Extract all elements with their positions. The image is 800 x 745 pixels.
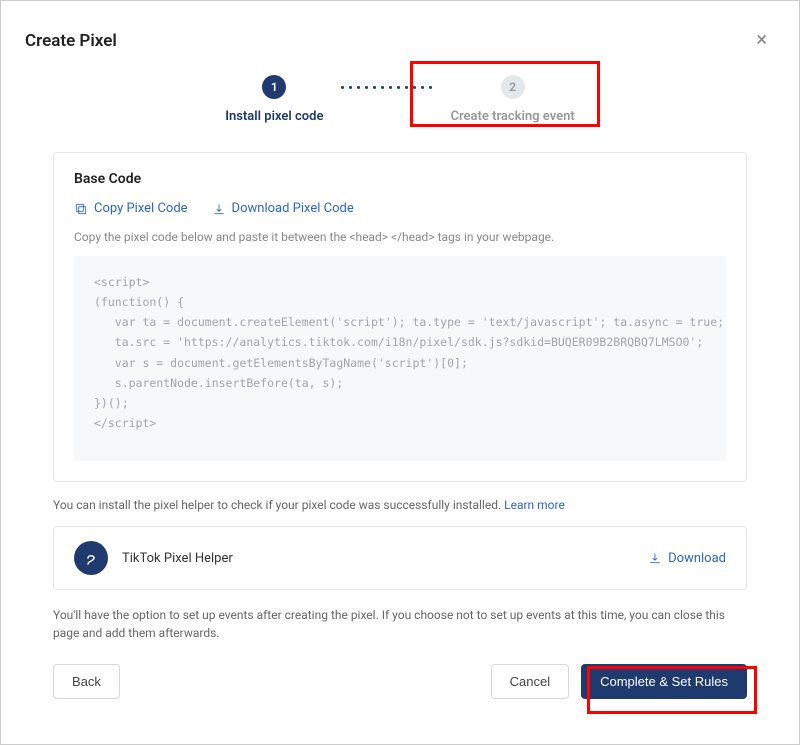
download-label: Download Pixel Code — [232, 201, 354, 216]
close-icon[interactable]: × — [756, 29, 767, 49]
download-icon — [212, 202, 226, 216]
stepper: 1 Install pixel code 2 Create tracking e… — [25, 75, 775, 124]
copy-label: Copy Pixel Code — [94, 201, 188, 216]
complete-set-rules-button[interactable]: Complete & Set Rules — [581, 664, 747, 699]
back-button[interactable]: Back — [53, 664, 120, 699]
step-2-label: Create tracking event — [450, 109, 574, 124]
pixel-code-block[interactable]: <script> (function() { var ta = document… — [74, 256, 726, 461]
download-pixel-code-button[interactable]: Download Pixel Code — [212, 201, 354, 216]
step-1[interactable]: 1 Install pixel code — [225, 75, 323, 124]
base-code-card: Base Code Copy Pixel Code Download Pixel… — [53, 152, 747, 482]
cancel-button[interactable]: Cancel — [491, 664, 569, 699]
footer-right: Cancel Complete & Set Rules — [491, 664, 747, 699]
footer-actions: Back Cancel Complete & Set Rules — [53, 664, 747, 699]
helper-name: TikTok Pixel Helper — [122, 551, 233, 566]
helper-info-main: You can install the pixel helper to chec… — [53, 498, 504, 512]
step-1-circle: 1 — [262, 75, 286, 99]
step-connector — [341, 85, 432, 89]
learn-more-link[interactable]: Learn more — [504, 498, 565, 512]
base-code-hint: Copy the pixel code below and paste it b… — [74, 230, 726, 244]
step-1-label: Install pixel code — [225, 109, 323, 124]
helper-left: TikTok Pixel Helper — [74, 541, 233, 575]
pixel-helper-icon — [74, 541, 108, 575]
download-icon — [648, 551, 662, 565]
helper-download-label: Download — [668, 551, 726, 566]
base-code-actions: Copy Pixel Code Download Pixel Code — [74, 201, 726, 216]
helper-download-button[interactable]: Download — [648, 551, 726, 566]
step-2[interactable]: 2 Create tracking event — [450, 75, 574, 124]
footer-note: You'll have the option to set up events … — [53, 606, 747, 642]
modal-frame: Create Pixel × 1 Install pixel code 2 Cr… — [0, 0, 800, 745]
base-code-title: Base Code — [74, 171, 726, 187]
modal-title: Create Pixel — [25, 31, 775, 51]
copy-icon — [74, 202, 88, 216]
create-pixel-modal: Create Pixel × 1 Install pixel code 2 Cr… — [1, 1, 799, 744]
step-2-circle: 2 — [501, 75, 525, 99]
copy-pixel-code-button[interactable]: Copy Pixel Code — [74, 201, 188, 216]
helper-info-text: You can install the pixel helper to chec… — [53, 498, 747, 512]
pixel-helper-card: TikTok Pixel Helper Download — [53, 526, 747, 590]
